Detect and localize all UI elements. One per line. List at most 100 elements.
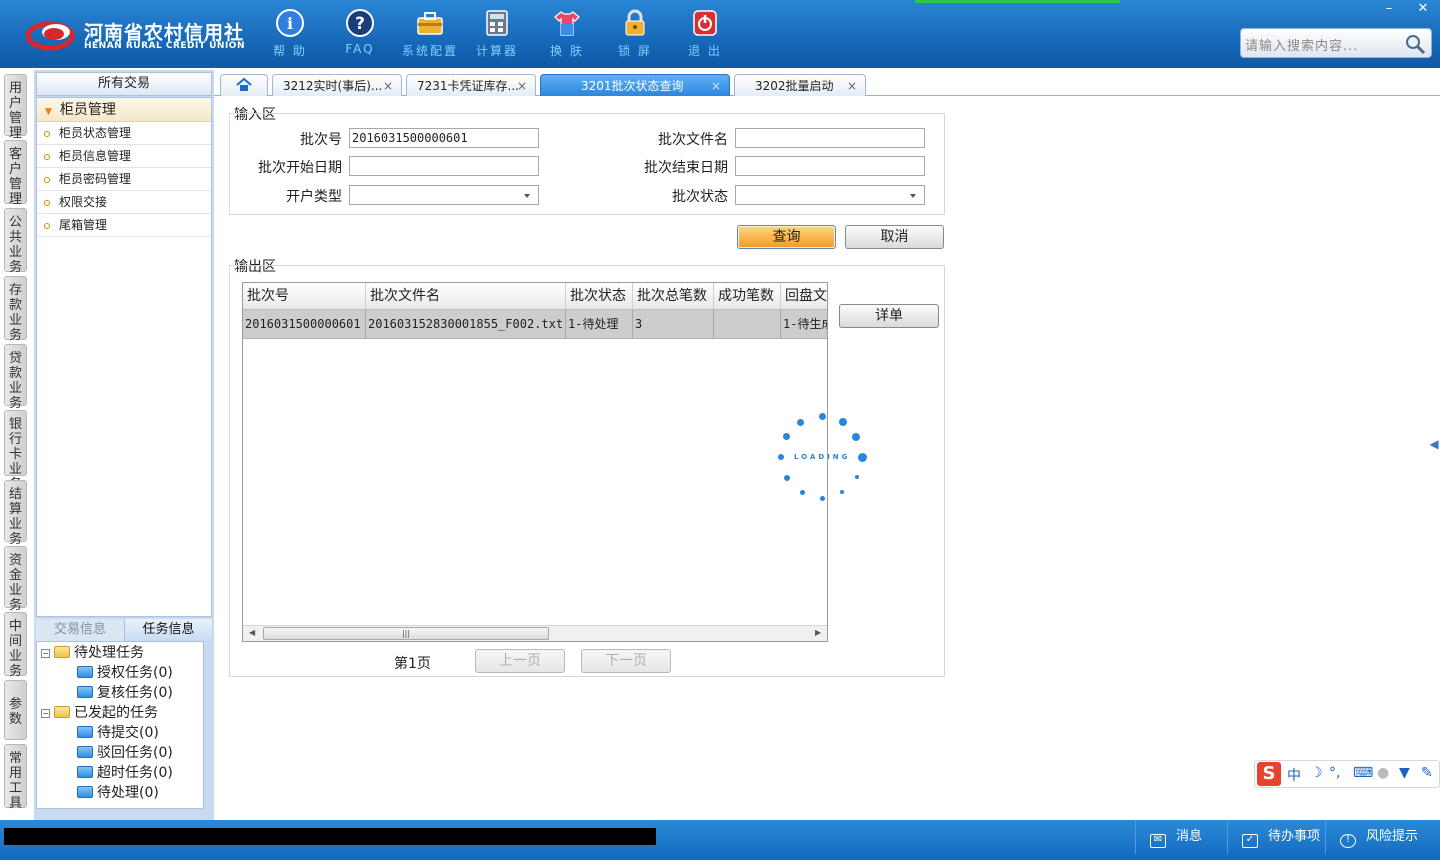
search-input[interactable]: 请输入搜索内容...	[1245, 35, 1358, 54]
search-box[interactable]: 请输入搜索内容...	[1240, 28, 1432, 58]
moon-icon[interactable]: ☽	[1310, 765, 1323, 781]
help-button[interactable]: i 帮 助	[259, 8, 321, 59]
query-button[interactable]: 查询	[737, 225, 836, 249]
vtab-intermediary-business[interactable]: 中间业务	[4, 612, 27, 679]
menu-item-permission-handover[interactable]: 权限交接	[37, 191, 211, 214]
task-node-timeout[interactable]: 超时任务(0)	[77, 763, 173, 783]
task-node-review[interactable]: 复核任务(0)	[77, 683, 173, 703]
spinner-dot	[778, 454, 784, 460]
table-cell: 201603152830001855_F002.txt	[366, 310, 566, 339]
menu-item-tail-box[interactable]: 尾箱管理	[37, 214, 211, 237]
minimize-button[interactable]: –	[1372, 0, 1406, 18]
risk-button[interactable]: ! 风险提示	[1325, 820, 1440, 854]
tab-task-info[interactable]: 任务信息	[124, 619, 212, 641]
detail-button[interactable]: 详单	[839, 304, 939, 328]
collapse-right-icon[interactable]: ◀	[1428, 424, 1440, 464]
column-header[interactable]: 批次总笔数	[633, 283, 714, 310]
menu-item-teller-status[interactable]: 柜员状态管理	[37, 122, 211, 145]
account-type-select[interactable]	[349, 185, 539, 205]
shirt-icon	[554, 11, 580, 36]
tab-3201[interactable]: 3201批次状态查询 ×	[540, 74, 730, 96]
tab-home[interactable]	[220, 74, 268, 96]
task-node-initiated[interactable]: − 已发起的任务	[41, 703, 158, 723]
sogou-logo-icon[interactable]: S	[1257, 762, 1281, 786]
column-header[interactable]: 回盘文	[781, 283, 827, 310]
folder-icon	[77, 746, 93, 758]
risk-label: 风险提示	[1366, 829, 1419, 844]
faq-button[interactable]: ? FAQ	[329, 8, 391, 56]
tab-3212[interactable]: 3212实时(事后)... ×	[272, 74, 402, 96]
task-node-auth[interactable]: 授权任务(0)	[77, 663, 173, 683]
panel-title: 所有交易	[36, 72, 212, 96]
prev-page-button[interactable]: 上一页	[475, 649, 565, 673]
ime-toolbar[interactable]: S 中 ☽ °, ⌨ ● ▼ ✎	[1254, 760, 1440, 788]
horizontal-scrollbar[interactable]: ◀ ||| ▶	[243, 625, 827, 641]
vtab-customer-management[interactable]: 客户管理	[4, 140, 27, 207]
ime-mode[interactable]: 中	[1287, 765, 1301, 785]
collapse-icon[interactable]: −	[41, 649, 50, 658]
end-date-input[interactable]	[735, 156, 925, 176]
column-header[interactable]: 批次号	[243, 283, 366, 310]
shirt-small-icon[interactable]: ▼	[1399, 765, 1410, 781]
scroll-thumb[interactable]: |||	[263, 627, 549, 640]
table-cell: 1-待处理	[566, 310, 633, 339]
batch-status-select[interactable]	[735, 185, 925, 205]
vtab-public-business[interactable]: 公共业务	[4, 208, 27, 275]
next-page-button[interactable]: 下一页	[581, 649, 671, 673]
batch-no-input[interactable]: 2016031500000601	[349, 128, 539, 148]
table-header: 批次号 批次文件名 批次状态 批次总笔数 成功笔数 回盘文	[243, 283, 827, 310]
start-date-input[interactable]	[349, 156, 539, 176]
column-header[interactable]: 批次文件名	[366, 283, 566, 310]
group-teller-management[interactable]: ▼ 柜员管理	[37, 98, 211, 122]
tab-7231[interactable]: 7231卡凭证库存... ×	[406, 74, 536, 96]
tab-transaction-info[interactable]: 交易信息	[36, 619, 124, 641]
task-node-to-submit[interactable]: 待提交(0)	[77, 723, 159, 743]
tab-close-icon[interactable]: ×	[711, 75, 721, 97]
tab-close-icon[interactable]: ×	[383, 75, 393, 97]
ime-punct[interactable]: °,	[1329, 765, 1340, 781]
spinner-dot	[858, 453, 867, 462]
wrench-icon[interactable]: ✎	[1421, 765, 1433, 781]
collapse-icon[interactable]: −	[41, 709, 50, 718]
expand-arrow-icon: ▼	[45, 107, 52, 117]
vtab-user-management[interactable]: 用户管理	[4, 74, 27, 141]
batch-file-input[interactable]	[735, 128, 925, 148]
tab-3202[interactable]: 3202批量启动 ×	[734, 74, 866, 96]
column-header[interactable]: 成功笔数	[714, 283, 781, 310]
messages-button[interactable]: ✉ 消息	[1135, 820, 1227, 854]
scroll-left-icon[interactable]: ◀	[249, 628, 255, 637]
vtab-bank-card-business[interactable]: 银行卡业务	[4, 410, 27, 492]
table-row[interactable]: 2016031500000601 201603152830001855_F002…	[243, 310, 827, 339]
task-node-to-process[interactable]: 待处理(0)	[77, 783, 159, 803]
task-node-rejected[interactable]: 驳回任务(0)	[77, 743, 173, 763]
tab-close-icon[interactable]: ×	[847, 75, 857, 97]
help-label: 帮 助	[273, 44, 307, 58]
vtab-settlement-business[interactable]: 结算业务	[4, 480, 27, 547]
vtab-common-tools[interactable]: 常用工具	[4, 744, 27, 811]
keyboard-icon[interactable]: ⌨	[1353, 765, 1373, 781]
lock-button[interactable]: 锁 屏	[604, 8, 666, 59]
search-icon[interactable]	[1403, 32, 1427, 56]
close-window-button[interactable]: ✕	[1406, 0, 1440, 18]
user-icon[interactable]: ●	[1377, 765, 1389, 781]
vtab-parameters[interactable]: 参数	[4, 680, 27, 740]
todo-button[interactable]: ✓ 待办事项	[1227, 820, 1325, 854]
menu-item-teller-password[interactable]: 柜员密码管理	[37, 168, 211, 191]
vtab-fund-business[interactable]: 资金业务	[4, 546, 27, 613]
column-header[interactable]: 批次状态	[566, 283, 633, 310]
menu-item-teller-info[interactable]: 柜员信息管理	[37, 145, 211, 168]
menu-item-label: 柜员密码管理	[59, 172, 132, 186]
exit-button[interactable]: 退 出	[674, 8, 736, 59]
spinner-dot	[797, 419, 804, 426]
task-node-label: 驳回任务(0)	[97, 745, 173, 761]
skin-button[interactable]: 换 肤	[536, 8, 598, 59]
scroll-right-icon[interactable]: ▶	[815, 628, 821, 637]
config-button[interactable]: 系统配置	[399, 8, 461, 59]
calculator-button[interactable]: 计算器	[466, 8, 528, 59]
cancel-button[interactable]: 取消	[845, 225, 944, 249]
vtab-loan-business[interactable]: 贷款业务	[4, 344, 27, 411]
tab-close-icon[interactable]: ×	[517, 75, 527, 97]
task-node-label: 待提交(0)	[97, 725, 159, 741]
task-node-pending[interactable]: − 待处理任务	[41, 643, 144, 663]
vtab-deposit-business[interactable]: 存款业务	[4, 276, 27, 343]
